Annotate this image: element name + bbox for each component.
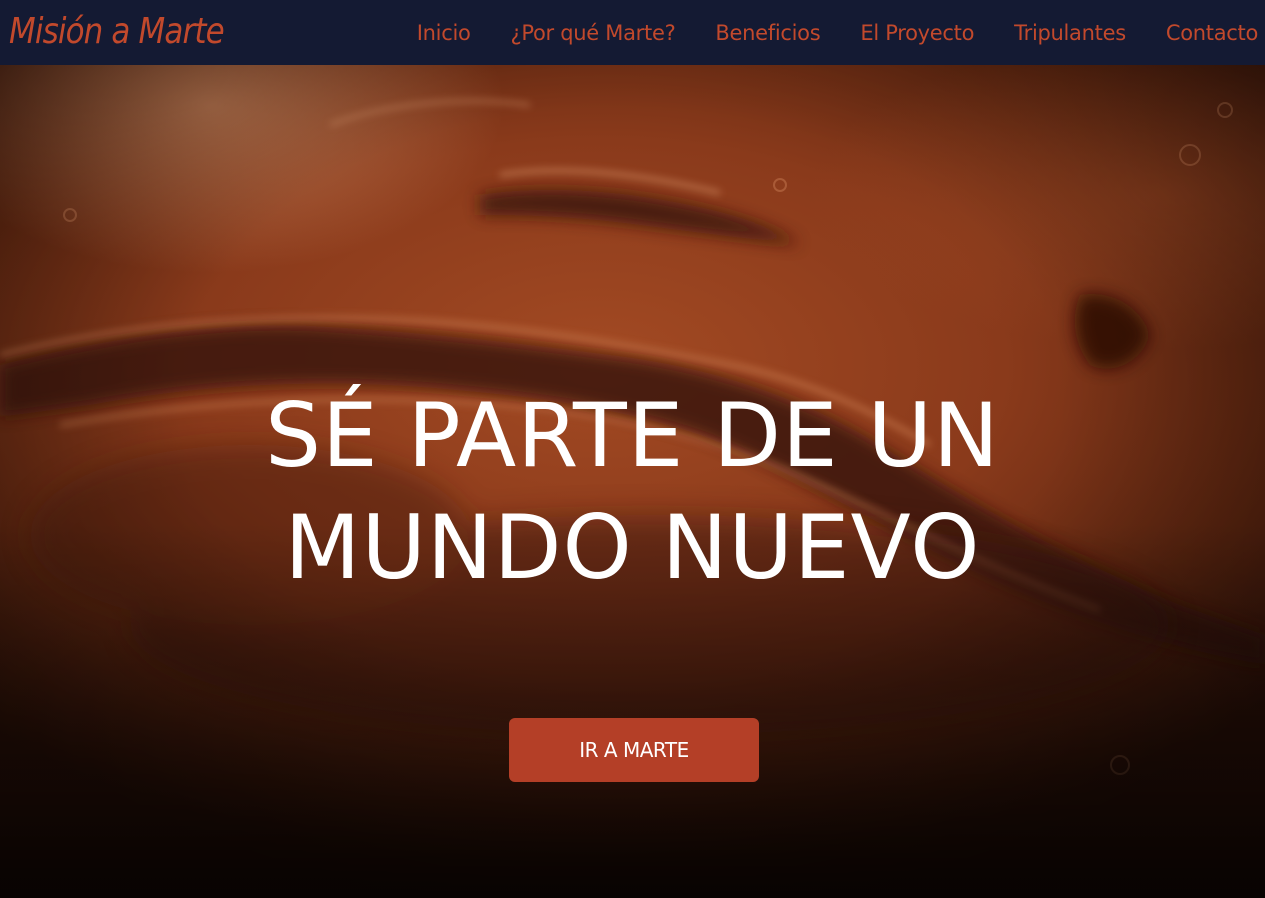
site-logo[interactable]: Misión a Marte [9,10,225,54]
go-to-mars-button[interactable]: IR A MARTE [509,718,759,782]
hero-title-line-1: SÉ PARTE DE UN [265,384,1000,487]
nav-link-el-proyecto[interactable]: El Proyecto [860,21,974,45]
nav-link-beneficios[interactable]: Beneficios [715,21,820,45]
nav-link-inicio[interactable]: Inicio [417,21,471,45]
nav-link-por-que-marte[interactable]: ¿Por qué Marte? [511,21,676,45]
top-navbar: Misión a Marte Inicio ¿Por qué Marte? Be… [0,0,1265,65]
nav-link-tripulantes[interactable]: Tripulantes [1014,21,1126,45]
hero-section: SÉ PARTE DE UN MUNDO NUEVO IR A MARTE [0,65,1265,898]
nav-links: Inicio ¿Por qué Marte? Beneficios El Pro… [417,0,1259,65]
hero-title: SÉ PARTE DE UN MUNDO NUEVO [0,380,1265,604]
hero-title-line-2: MUNDO NUEVO [284,496,981,599]
nav-link-contacto[interactable]: Contacto [1166,21,1258,45]
